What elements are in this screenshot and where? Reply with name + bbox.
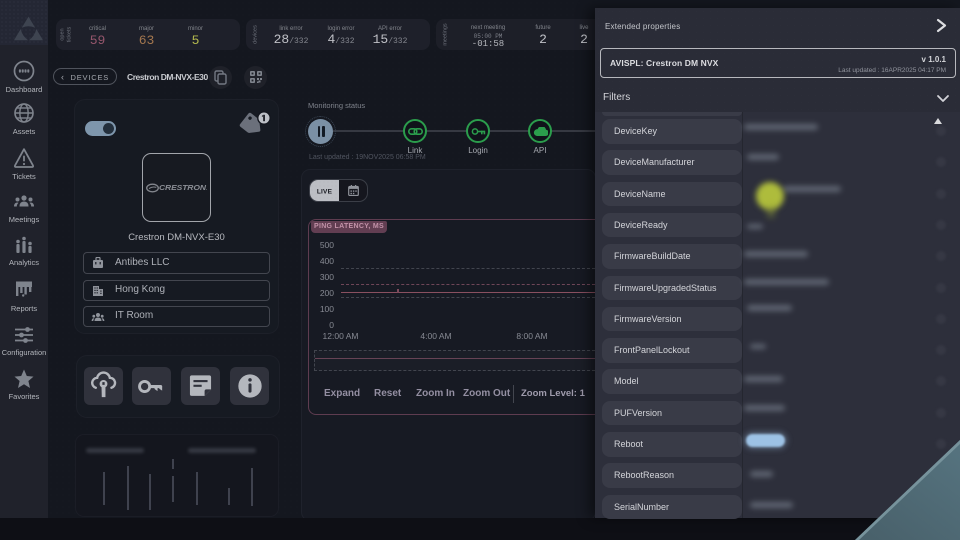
svg-text:LIVE: LIVE bbox=[317, 188, 333, 195]
